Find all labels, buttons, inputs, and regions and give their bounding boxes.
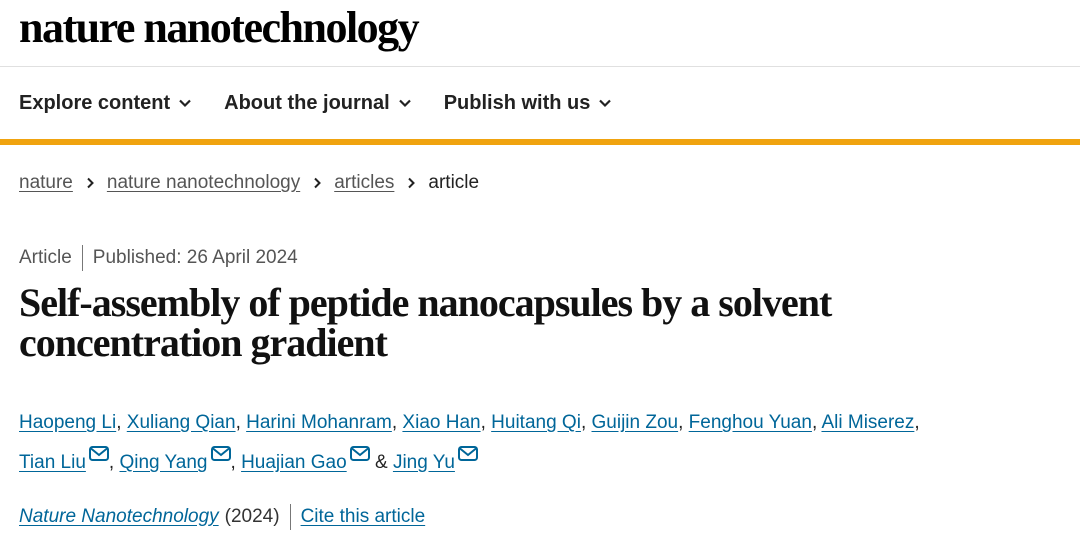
author-separator: , <box>914 412 920 433</box>
author-link[interactable]: Harini Mohanram <box>246 412 392 433</box>
breadcrumb-articles[interactable]: articles <box>334 172 394 194</box>
author-link[interactable]: Xuliang Qian <box>127 412 236 433</box>
published-date: Published: 26 April 2024 <box>92 247 298 268</box>
author-separator: , <box>811 412 818 433</box>
chevron-down-icon <box>598 96 612 110</box>
author-line: Haopeng Li, Xuliang Qian, Harini Mohanra… <box>19 403 1069 443</box>
nav-label: About the journal <box>224 91 390 114</box>
author-separator: , <box>580 412 587 433</box>
chevron-down-icon <box>178 96 192 110</box>
envelope-icon[interactable] <box>457 445 478 461</box>
cite-this-article-link[interactable]: Cite this article <box>301 506 426 528</box>
author-separator: , <box>678 412 684 433</box>
divider <box>81 245 83 271</box>
author-link[interactable]: Huitang Qi <box>491 412 581 433</box>
citation-row: Nature Nanotechnology (2024) Cite this a… <box>19 504 425 530</box>
article-type: Article <box>19 247 72 268</box>
author-separator: , <box>480 412 486 433</box>
nav-about-the-journal[interactable]: About the journal <box>224 92 412 115</box>
author-link[interactable]: Jing Yu <box>393 452 455 473</box>
article-title: Self-assembly of peptide nanocapsules by… <box>19 280 832 365</box>
site-logo[interactable]: nature nanotechnology <box>19 2 420 53</box>
nav-publish-with-us[interactable]: Publish with us <box>444 92 613 115</box>
breadcrumb-nature[interactable]: nature <box>19 172 73 194</box>
envelope-icon[interactable] <box>210 445 231 461</box>
envelope-icon[interactable] <box>88 445 109 461</box>
author-link[interactable]: Guijin Zou <box>592 412 679 433</box>
publication-year: (2024) <box>224 506 280 527</box>
author-separator: , <box>391 412 398 433</box>
nav-explore-content[interactable]: Explore content <box>19 92 192 115</box>
author-link[interactable]: Huajian Gao <box>241 452 347 473</box>
author-link[interactable]: Ali Miserez <box>821 412 914 433</box>
chevron-right-icon <box>406 176 416 190</box>
author-line: Tian Liu, Qing Yang, Huajian Gao & Jing … <box>19 443 1069 483</box>
journal-link[interactable]: Nature Nanotechnology <box>19 506 219 528</box>
masthead: nature nanotechnology <box>0 0 1080 67</box>
breadcrumb-nature-nanotechnology[interactable]: nature nanotechnology <box>107 172 300 194</box>
envelope-icon[interactable] <box>349 445 370 461</box>
nav-label: Publish with us <box>443 91 591 114</box>
author-separator: , <box>235 412 241 433</box>
author-separator: , <box>230 452 236 473</box>
author-separator: , <box>108 452 115 473</box>
author-link[interactable]: Tian Liu <box>19 452 86 473</box>
chevron-right-icon <box>312 176 322 190</box>
chevron-right-icon <box>85 176 95 190</box>
article-meta: Article Published: 26 April 2024 <box>19 245 298 271</box>
main-nav: Explore content About the journal Publis… <box>0 67 1080 145</box>
breadcrumb: nature nature nanotechnology articles ar… <box>19 172 479 194</box>
author-link[interactable]: Fenghou Yuan <box>689 412 812 433</box>
nav-label: Explore content <box>19 91 171 114</box>
author-list: Haopeng Li, Xuliang Qian, Harini Mohanra… <box>19 403 1069 483</box>
author-link[interactable]: Xiao Han <box>402 412 480 433</box>
author-link[interactable]: Qing Yang <box>119 452 207 473</box>
divider <box>289 504 291 530</box>
author-separator: , <box>116 412 122 433</box>
author-ampersand: & <box>374 452 388 473</box>
breadcrumb-current: article <box>428 172 480 193</box>
chevron-down-icon <box>398 96 412 110</box>
author-link[interactable]: Haopeng Li <box>19 412 116 433</box>
